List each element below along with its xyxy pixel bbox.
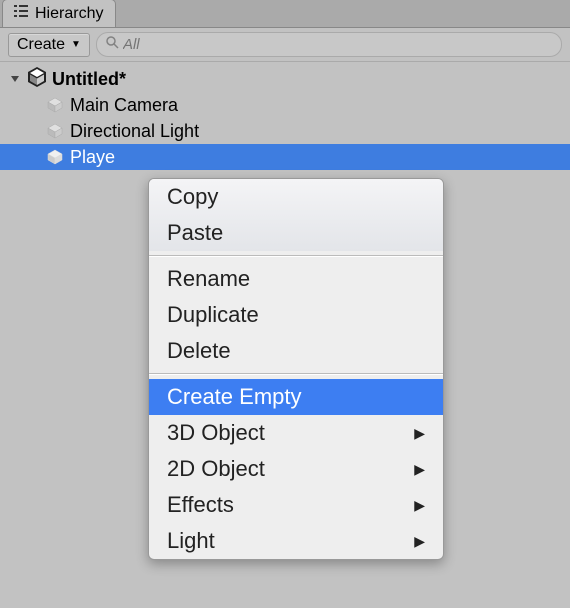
gameobject-icon: [46, 148, 64, 166]
menu-item-delete[interactable]: Delete: [149, 333, 443, 369]
submenu-arrow-icon: ▶: [414, 497, 425, 514]
gameobject-icon: [46, 122, 64, 140]
menu-separator: [149, 373, 443, 375]
hierarchy-icon: [13, 4, 29, 23]
search-input[interactable]: [123, 36, 553, 53]
menu-item-label: Delete: [167, 338, 231, 364]
toolbar: Create ▼: [0, 28, 570, 62]
submenu-arrow-icon: ▶: [414, 461, 425, 478]
hierarchy-item[interactable]: Playe: [0, 144, 570, 170]
gameobject-icon: [46, 96, 64, 114]
context-menu: Copy Paste Rename Duplicate Delete Creat…: [148, 178, 444, 560]
menu-item-label: Paste: [167, 220, 223, 246]
create-button-label: Create: [17, 36, 65, 54]
tab-hierarchy[interactable]: Hierarchy: [2, 0, 116, 27]
hierarchy-item-label: Main Camera: [70, 95, 178, 116]
scene-name: Untitled*: [52, 69, 126, 90]
menu-item-3d-object[interactable]: 3D Object ▶: [149, 415, 443, 451]
unity-logo-icon: [26, 66, 48, 93]
menu-item-duplicate[interactable]: Duplicate: [149, 297, 443, 333]
dropdown-caret-icon: ▼: [71, 39, 81, 50]
menu-item-label: Effects: [167, 492, 234, 518]
hierarchy-item[interactable]: Directional Light: [0, 118, 570, 144]
tab-label: Hierarchy: [35, 5, 103, 23]
hierarchy-item-label: Playe: [70, 147, 115, 168]
hierarchy-item[interactable]: Main Camera: [0, 92, 570, 118]
menu-item-light[interactable]: Light ▶: [149, 523, 443, 559]
menu-item-label: Light: [167, 528, 215, 554]
menu-item-copy[interactable]: Copy: [149, 179, 443, 215]
menu-item-paste[interactable]: Paste: [149, 215, 443, 251]
menu-item-label: Duplicate: [167, 302, 259, 328]
search-box[interactable]: [96, 32, 562, 57]
menu-item-label: Copy: [167, 184, 218, 210]
menu-item-label: Rename: [167, 266, 250, 292]
menu-item-label: 3D Object: [167, 420, 265, 446]
create-button[interactable]: Create ▼: [8, 33, 90, 57]
scene-row[interactable]: Untitled*: [0, 66, 570, 92]
menu-item-effects[interactable]: Effects ▶: [149, 487, 443, 523]
hierarchy-tree: Untitled* Main Camera Directional Li: [0, 62, 570, 170]
menu-item-2d-object[interactable]: 2D Object ▶: [149, 451, 443, 487]
submenu-arrow-icon: ▶: [414, 533, 425, 550]
menu-item-create-empty[interactable]: Create Empty: [149, 379, 443, 415]
menu-item-label: 2D Object: [167, 456, 265, 482]
tab-bar: Hierarchy: [0, 0, 570, 28]
hierarchy-panel: Hierarchy Create ▼: [0, 0, 570, 608]
hierarchy-item-label: Directional Light: [70, 121, 199, 142]
search-icon: [105, 35, 119, 54]
menu-item-rename[interactable]: Rename: [149, 261, 443, 297]
menu-item-label: Create Empty: [167, 384, 302, 410]
menu-separator: [149, 255, 443, 257]
submenu-arrow-icon: ▶: [414, 425, 425, 442]
foldout-icon[interactable]: [8, 74, 22, 84]
